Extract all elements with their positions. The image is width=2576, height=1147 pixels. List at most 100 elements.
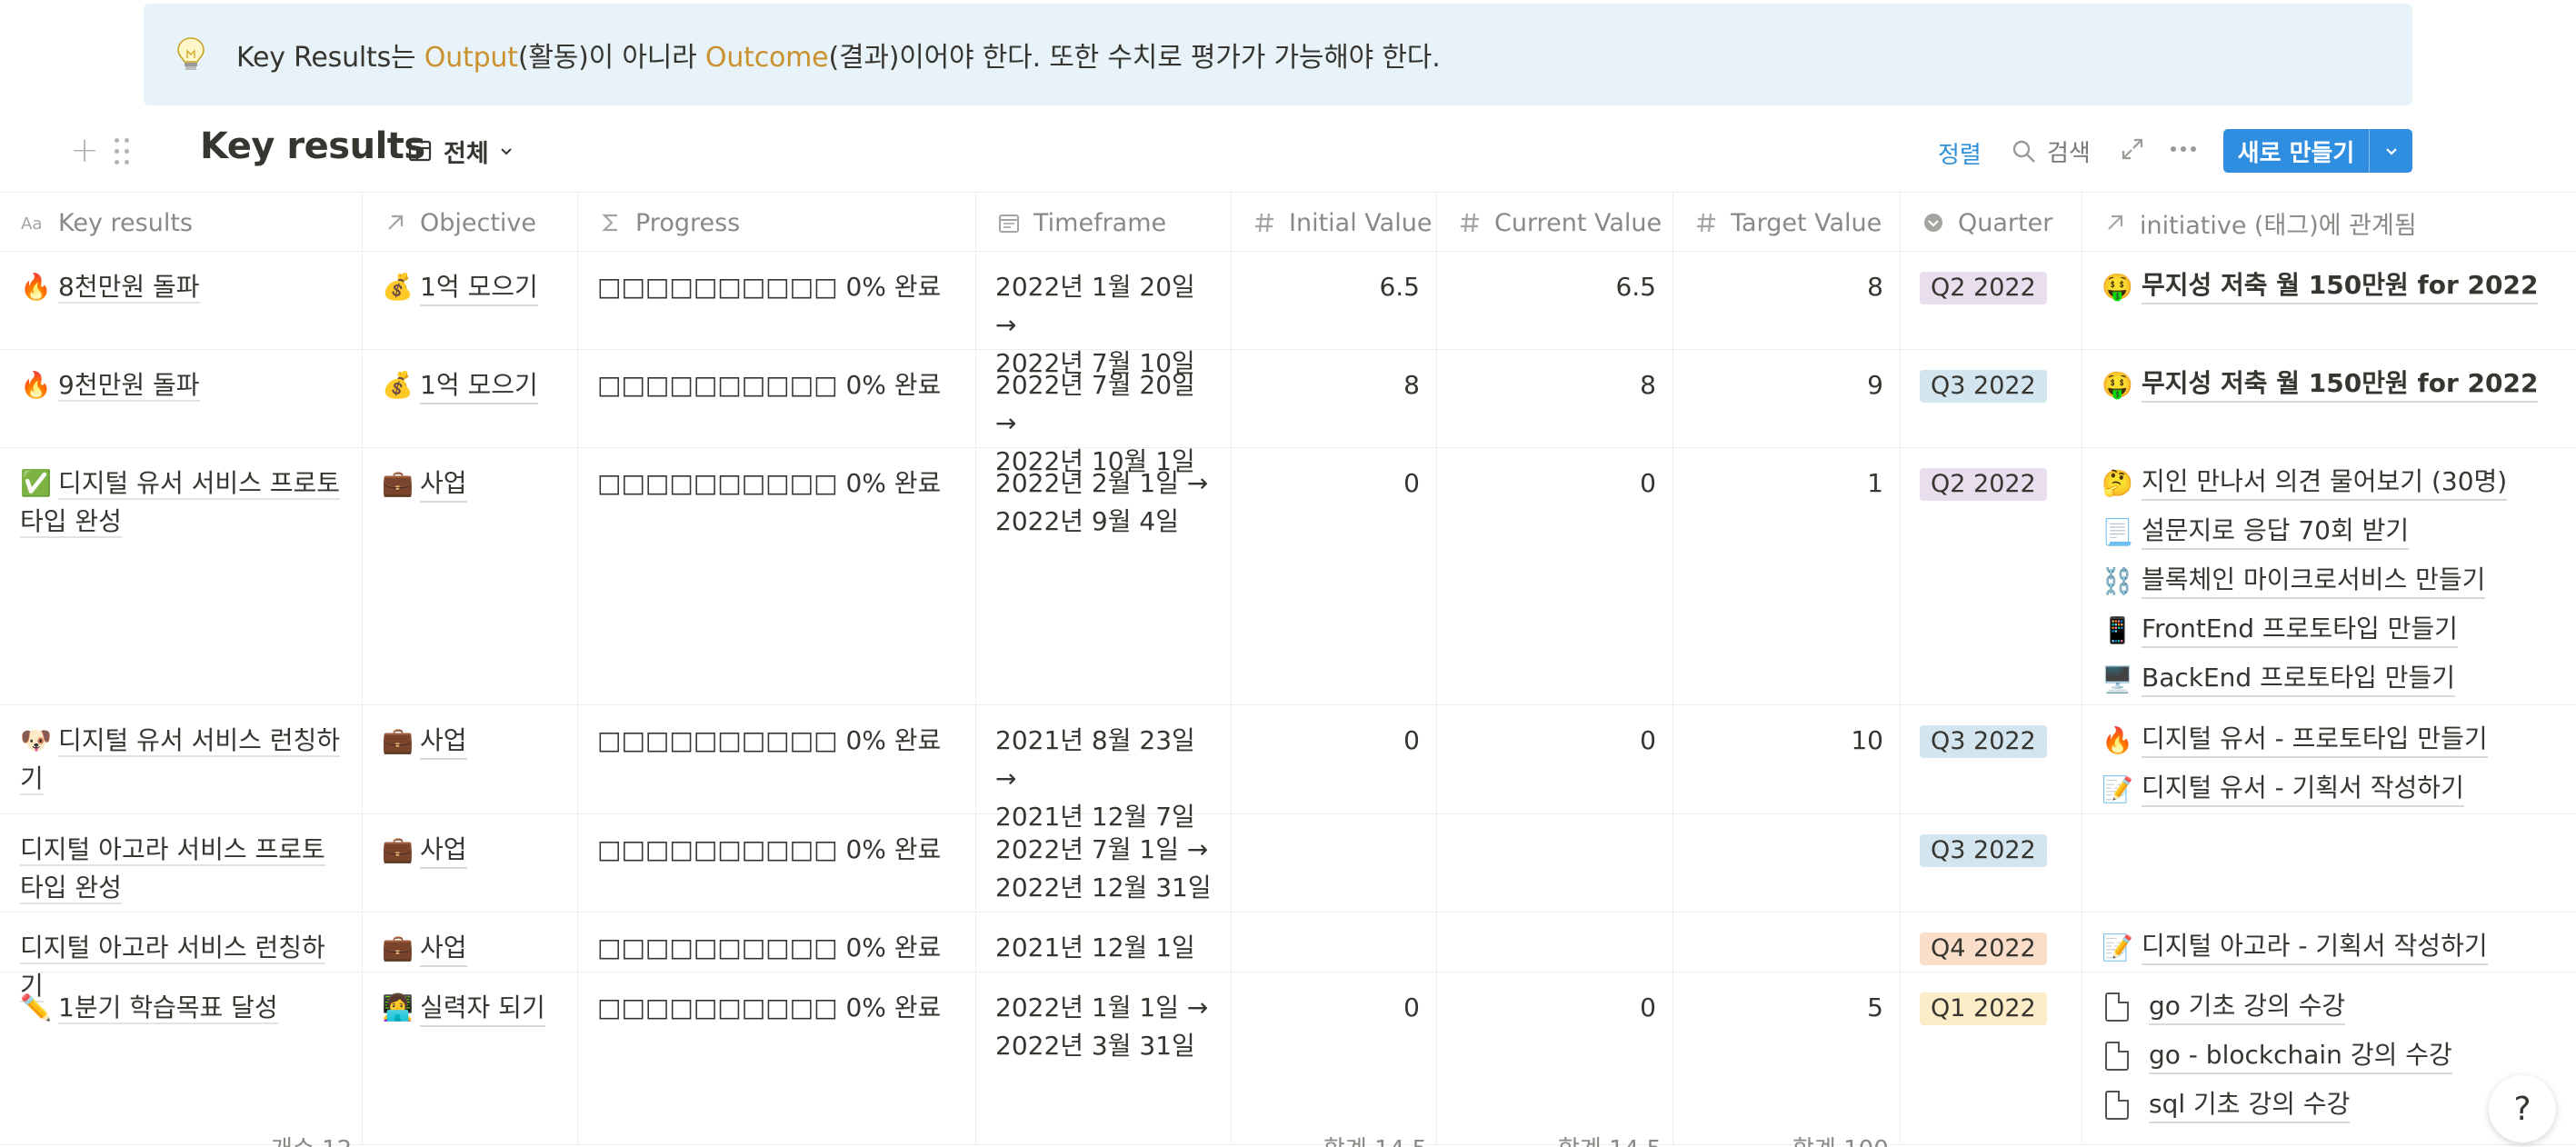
- initiative-item[interactable]: 🤑 무지성 저축 월 150만원 for 2022: [2102, 366, 2558, 415]
- add-block-icon[interactable]: +: [69, 133, 100, 167]
- objective-cell[interactable]: 💼 사업: [362, 705, 577, 814]
- database-title[interactable]: Key results: [200, 125, 425, 167]
- initiative-link[interactable]: 무지성 저축 월 150만원 for 2022: [2142, 268, 2539, 304]
- column-header-1[interactable]: Aa Key results: [0, 193, 362, 253]
- objective-link[interactable]: 사업: [420, 723, 467, 760]
- quarter-tag[interactable]: Q1 2022: [1920, 992, 2047, 1025]
- quarter-tag[interactable]: Q2 2022: [1920, 272, 2047, 304]
- quarter-tag[interactable]: Q4 2022: [1920, 933, 2047, 965]
- target-value-cell[interactable]: [1672, 913, 1900, 972]
- key-result-title[interactable]: 9천만원 돌파: [58, 370, 200, 402]
- objective-cell[interactable]: 💰 1억 모으기: [362, 252, 577, 350]
- initiative-item[interactable]: 📝 디지털 유서 - 기획서 작성하기: [2102, 771, 2558, 820]
- timeframe-cell[interactable]: 2022년 1월 20일 → 2022년 7월 10일: [975, 252, 1231, 378]
- quarter-tag[interactable]: Q2 2022: [1920, 468, 2047, 501]
- initiative-cell[interactable]: 🤑 무지성 저축 월 150만원 for 2022: [2082, 350, 2576, 448]
- initiative-link[interactable]: BackEnd 프로토타입 만들기: [2142, 661, 2456, 697]
- initiative-item[interactable]: 🖥️ BackEnd 프로토타입 만들기: [2102, 661, 2558, 710]
- new-dropdown-chevron-icon[interactable]: [2370, 142, 2412, 160]
- initiative-cell[interactable]: 🤔 지인 만나서 의견 물어보기 (30명) 📃 설문지로 응답 70회 받기 ⛓️ 블록…: [2082, 448, 2576, 705]
- drag-handle-icon[interactable]: [113, 136, 135, 167]
- table-row[interactable]: 🐶 디지털 유서 서비스 런칭하기 💼 사업 □□□□□□□□□□ 0% 완료 2021년…: [0, 705, 2576, 832]
- current-value-cell[interactable]: [1436, 913, 1672, 972]
- initial-value-cell[interactable]: 0: [1231, 448, 1436, 705]
- quarter-tag[interactable]: Q3 2022: [1920, 834, 2047, 867]
- progress-cell[interactable]: □□□□□□□□□□ 0% 완료: [577, 350, 975, 448]
- initiative-link[interactable]: 설문지로 응답 70회 받기: [2142, 514, 2410, 550]
- progress-cell[interactable]: □□□□□□□□□□ 0% 완료: [577, 814, 975, 913]
- initiative-item[interactable]: 🤔 지인 만나서 의견 물어보기 (30명): [2102, 464, 2558, 514]
- initiative-item[interactable]: go - blockchain 강의 수강: [2102, 1038, 2558, 1087]
- quarter-cell[interactable]: Q4 2022: [1900, 913, 2082, 972]
- timeframe-cell[interactable]: 2021년 8월 23일 → 2021년 12월 7일: [975, 705, 1231, 832]
- initiative-item[interactable]: 🤑 무지성 저축 월 150만원 for 2022: [2102, 268, 2558, 317]
- timeframe-cell[interactable]: 2022년 2월 1일 → 2022년 9월 4일: [975, 448, 1231, 705]
- quarter-cell[interactable]: Q3 2022: [1900, 350, 2082, 448]
- key-result-cell[interactable]: ✅ 디지털 유서 서비스 프로토타입 완성: [0, 448, 362, 705]
- footer-sum-initial[interactable]: 합계 14.5: [1323, 1131, 1427, 1147]
- quarter-cell[interactable]: Q2 2022: [1900, 252, 2082, 350]
- initiative-link[interactable]: sql 기초 강의 수강: [2149, 1087, 2351, 1123]
- quarter-cell[interactable]: Q3 2022: [1900, 705, 2082, 814]
- initiative-cell[interactable]: [2082, 814, 2576, 913]
- initial-value-cell[interactable]: [1231, 814, 1436, 913]
- progress-cell[interactable]: □□□□□□□□□□ 0% 완료: [577, 448, 975, 705]
- initiative-item[interactable]: go 기초 강의 수강: [2102, 989, 2558, 1038]
- objective-link[interactable]: 1억 모으기: [420, 368, 538, 404]
- quarter-cell[interactable]: Q2 2022: [1900, 448, 2082, 705]
- initiative-link[interactable]: 무지성 저축 월 150만원 for 2022: [2142, 366, 2539, 403]
- quarter-cell[interactable]: Q3 2022: [1900, 814, 2082, 913]
- initial-value-cell[interactable]: [1231, 913, 1436, 972]
- table-row[interactable]: 🔥 9천만원 돌파 💰 1억 모으기 □□□□□□□□□□ 0% 완료 2022년 7월 …: [0, 350, 2576, 476]
- table-row[interactable]: ✅ 디지털 유서 서비스 프로토타입 완성 💼 사업 □□□□□□□□□□ 0% 완료 2…: [0, 448, 2576, 705]
- objective-link[interactable]: 사업: [420, 466, 467, 503]
- column-header-5[interactable]: Initial Value: [1231, 193, 1436, 253]
- progress-cell[interactable]: □□□□□□□□□□ 0% 완료: [577, 913, 975, 972]
- table-row[interactable]: 디지털 아고라 서비스 런칭하기 💼 사업 □□□□□□□□□□ 0% 완료 2021년…: [0, 913, 2576, 1002]
- quarter-tag[interactable]: Q3 2022: [1920, 725, 2047, 758]
- key-result-cell[interactable]: 디지털 아고라 서비스 런칭하기: [0, 913, 362, 1002]
- footer-sum-current[interactable]: 합계 14.5: [1558, 1131, 1662, 1147]
- key-result-cell[interactable]: 🔥 8천만원 돌파: [0, 252, 362, 350]
- progress-cell[interactable]: □□□□□□□□□□ 0% 완료: [577, 252, 975, 350]
- help-button[interactable]: ?: [2489, 1075, 2556, 1142]
- current-value-cell[interactable]: 0: [1436, 448, 1672, 705]
- objective-cell[interactable]: 💼 사업: [362, 448, 577, 705]
- initiative-cell[interactable]: 🤑 무지성 저축 월 150만원 for 2022: [2082, 252, 2576, 350]
- objective-link[interactable]: 사업: [420, 931, 467, 967]
- target-value-cell[interactable]: [1672, 814, 1900, 913]
- table-row[interactable]: 🔥 8천만원 돌파 💰 1억 모으기 □□□□□□□□□□ 0% 완료 2022년 1월 …: [0, 252, 2576, 378]
- quarter-tag[interactable]: Q3 2022: [1920, 370, 2047, 403]
- column-header-4[interactable]: Timeframe: [975, 193, 1231, 253]
- column-header-2[interactable]: Objective: [362, 193, 577, 253]
- more-options-icon[interactable]: [2169, 136, 2198, 165]
- target-value-cell[interactable]: 1: [1672, 448, 1900, 705]
- initial-value-cell[interactable]: 8: [1231, 350, 1436, 448]
- current-value-cell[interactable]: 0: [1436, 705, 1672, 814]
- initial-value-cell[interactable]: 6.5: [1231, 252, 1436, 350]
- objective-link[interactable]: 실력자 되기: [420, 991, 545, 1027]
- timeframe-cell[interactable]: 2022년 7월 20일 → 2022년 10월 1일: [975, 350, 1231, 476]
- initiative-link[interactable]: go - blockchain 강의 수강: [2149, 1038, 2452, 1074]
- key-result-cell[interactable]: 디지털 아고라 서비스 프로토타입 완성: [0, 814, 362, 913]
- search-button[interactable]: 검색: [2011, 135, 2091, 168]
- target-value-cell[interactable]: 10: [1672, 705, 1900, 814]
- initiative-item[interactable]: ⛓️ 블록체인 마이크로서비스 만들기: [2102, 563, 2558, 612]
- column-header-7[interactable]: Target Value: [1672, 193, 1900, 253]
- initiative-item[interactable]: 📱 FrontEnd 프로토타입 만들기: [2102, 612, 2558, 661]
- column-header-8[interactable]: Quarter: [1900, 193, 2082, 253]
- view-selector[interactable]: 전체: [407, 131, 525, 171]
- objective-link[interactable]: 사업: [420, 833, 467, 869]
- initiative-link[interactable]: FrontEnd 프로토타입 만들기: [2142, 612, 2458, 648]
- initiative-item[interactable]: 🔥 디지털 유서 - 프로토타입 만들기: [2102, 722, 2558, 771]
- progress-cell[interactable]: □□□□□□□□□□ 0% 완료: [577, 705, 975, 814]
- key-result-title[interactable]: 8천만원 돌파: [58, 272, 200, 304]
- initiative-cell[interactable]: 📝 디지털 아고라 - 기획서 작성하기: [2082, 913, 2576, 972]
- sort-button[interactable]: 정렬: [1938, 136, 1982, 170]
- expand-icon[interactable]: [2120, 136, 2145, 165]
- key-result-title[interactable]: 디지털 아고라 서비스 프로토타입 완성: [20, 834, 325, 904]
- key-result-cell[interactable]: 🔥 9천만원 돌파: [0, 350, 362, 448]
- current-value-cell[interactable]: [1436, 814, 1672, 913]
- timeframe-cell[interactable]: 2022년 7월 1일 → 2022년 12월 31일: [975, 814, 1231, 913]
- footer-sum-target[interactable]: 합계 100: [1792, 1131, 1889, 1147]
